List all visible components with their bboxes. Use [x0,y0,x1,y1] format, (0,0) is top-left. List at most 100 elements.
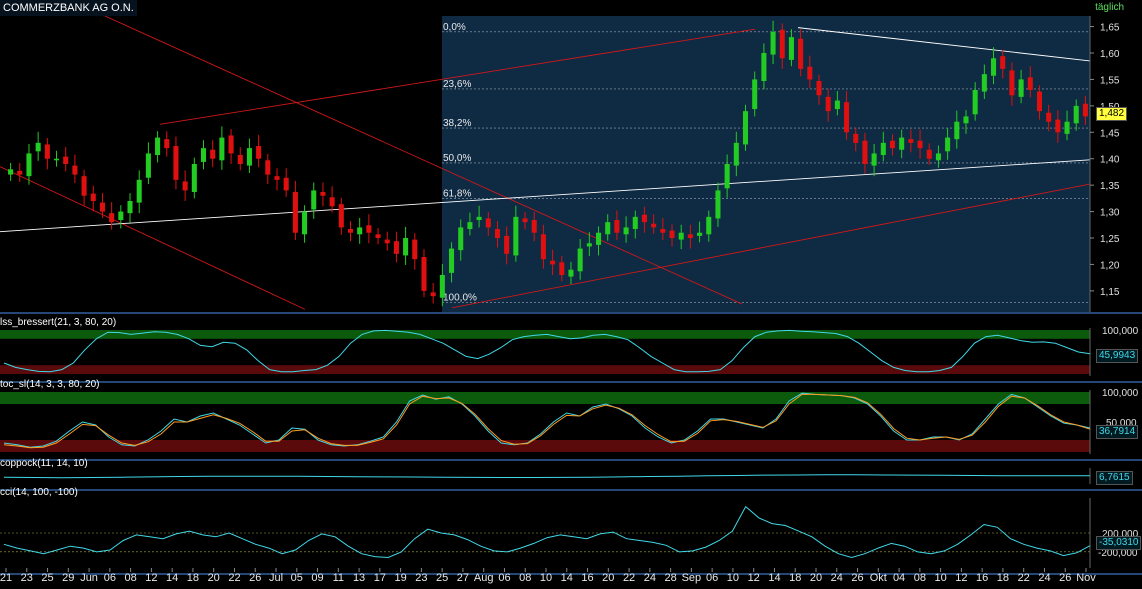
coppock-label: coppock(11, 14, 10) [0,458,88,470]
candle-body [403,238,408,255]
candle-body [1000,56,1005,69]
candle-body [127,201,132,213]
fib-label: 0,0% [443,22,466,33]
date-tick-label: 14 [166,572,178,584]
date-tick-label: 10 [934,572,946,584]
date-tick-label: 22 [623,572,635,584]
date-tick-label: 26 [249,572,261,584]
date-tick-label: 23 [415,572,427,584]
fib-label: 61,8% [443,188,471,199]
candle-body [715,190,720,218]
candle-body [265,160,270,174]
date-tick-label: 14 [768,572,780,584]
date-tick-label: Nov [1076,572,1096,584]
candle-body [918,141,923,148]
candle-body [541,234,546,259]
candle-body [1065,122,1070,134]
candle-body [82,176,87,196]
date-tick-label: 16 [581,572,593,584]
stochastic-value-box: 36,7914 [1096,425,1138,439]
candle-body [421,257,426,291]
date-tick-label: 08 [519,572,531,584]
date-tick-label: Aug [474,572,494,584]
date-tick-label: 17 [374,572,386,584]
date-tick-label: Jul [269,572,283,584]
candle-body [45,144,50,158]
candle-body [706,217,711,234]
date-tick-label: 29 [62,572,74,584]
candle-body [366,225,371,232]
chart-window: 0,0%23,6%38,2%50,0%61,8%100,0% 1,151,201… [0,0,1142,584]
date-tick-label: Okt [870,572,887,584]
date-tick-label: 24 [1038,572,1050,584]
date-tick-label: 20 [208,572,220,584]
bressert-axis-top-label: 100,000 [1102,326,1139,337]
candle-body [523,218,528,222]
date-tick-label: 08 [914,572,926,584]
candle-body [302,212,307,235]
chart-canvas: 0,0%23,6%38,2%50,0%61,8%100,0% 1,151,201… [0,0,1142,584]
candle-body [210,150,215,159]
date-tick-label: 10 [540,572,552,584]
date-tick-label: 26 [1059,572,1071,584]
candle-body [596,233,601,245]
candle-body [734,143,739,166]
candle-body [642,215,647,222]
candle-body [982,74,987,91]
candle-body [624,227,629,234]
price-tick-label: 1,60 [1100,49,1120,60]
date-tick-label: 14 [561,572,573,584]
candle-body [899,138,904,150]
candle-body [559,262,564,275]
date-tick-label: 28 [664,572,676,584]
candle-body [973,90,978,114]
date-tick-label: 06 [498,572,510,584]
candle-body [807,67,812,80]
candle-body [376,234,381,238]
candle-body [1074,106,1079,123]
instrument-title: COMMERZBANK AG O.N. [0,0,137,16]
cci-label: cci(14, 100, -100) [0,487,78,499]
candle-body [826,97,831,111]
date-tick-label: 27 [457,572,469,584]
bressert-oversold-zone [0,365,1090,374]
candle-body [348,229,353,233]
price-tick-label: 1,55 [1100,75,1120,86]
candle-body [872,153,877,165]
price-tick-label: 1,65 [1100,23,1120,34]
candle-body [54,159,59,161]
candle-body [201,148,206,162]
stochastic-label: toc_sl(14, 3, 3, 80, 20) [0,379,100,391]
candle-body [862,141,867,164]
candle-body [789,37,794,60]
price-tick-label: 1,20 [1100,260,1120,271]
candle-body [229,135,234,153]
candle-body [164,139,169,148]
candle-body [8,169,13,174]
period-label[interactable]: täglich [1095,2,1124,13]
candle-body [798,39,803,69]
candle-body [669,231,674,238]
candle-body [449,249,454,273]
candle-body [26,153,31,176]
candle-body [679,233,684,240]
date-tick-label: 19 [394,572,406,584]
candle-body [155,138,160,155]
candle-body [963,116,968,123]
date-tick-label: 06 [706,572,718,584]
candle-body [816,81,821,95]
candle-body [651,224,656,228]
candle-body [587,243,592,246]
candle-body [1046,113,1051,122]
stochastic-overbought-zone [0,392,1090,404]
candle-body [771,32,776,55]
candle-body [137,180,142,203]
price-tick-label: 1,35 [1100,181,1120,192]
price-tick-label: 1,15 [1100,287,1120,298]
candle-body [513,217,518,256]
candle-body [633,217,638,229]
candle-body [954,122,959,139]
candle-body [256,146,261,159]
candle-body [532,220,537,233]
candle-body [1083,104,1088,117]
